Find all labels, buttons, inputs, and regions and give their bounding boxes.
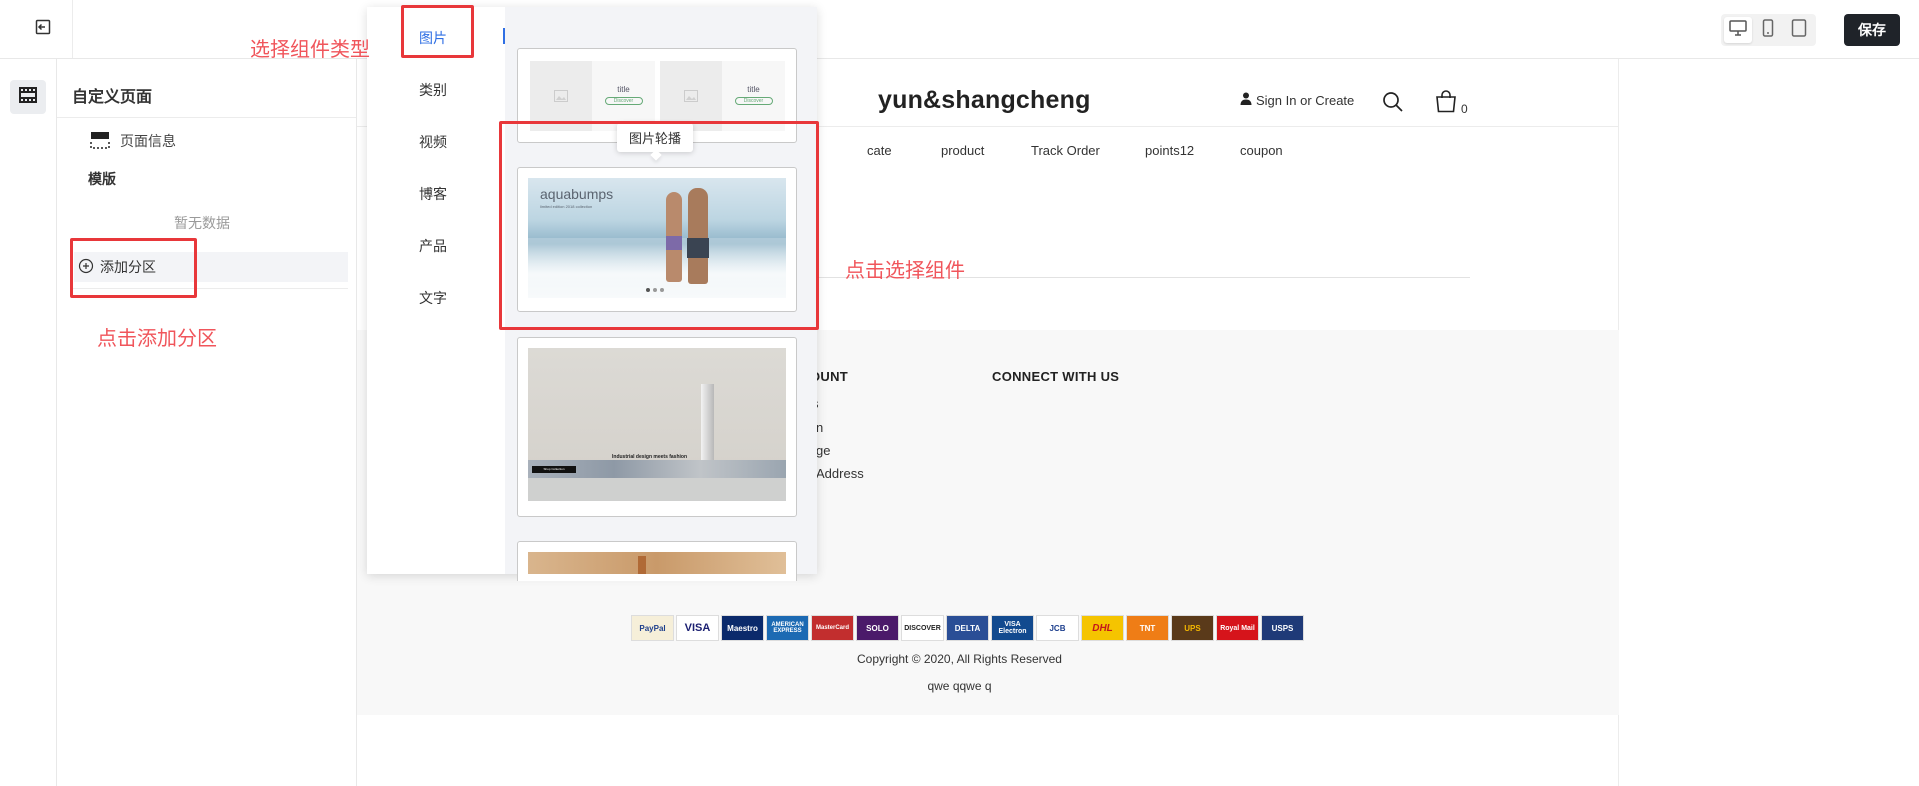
tablet-icon (1791, 18, 1807, 42)
search-icon[interactable] (1382, 91, 1404, 118)
store-title[interactable]: yun&shangcheng (878, 86, 1091, 115)
page-info-item[interactable]: 页面信息 (90, 130, 176, 152)
annotation-click-select: 点击选择组件 (845, 260, 965, 282)
nav-item-coupon[interactable]: coupon (1240, 143, 1283, 158)
component-card-image-partial[interactable] (517, 541, 797, 581)
shopping-bag-icon (1435, 89, 1457, 116)
template-heading: 模版 (88, 171, 116, 187)
cart-count: 0 (1461, 102, 1468, 116)
mobile-icon (1762, 18, 1774, 42)
visa-electron-logo: VISA Electron (991, 615, 1034, 641)
banner-caption: Industrial design meets fashion (612, 454, 688, 460)
usps-logo: USPS (1261, 615, 1304, 641)
category-category[interactable]: 类别 (419, 80, 447, 100)
delta-logo: DELTA (946, 615, 989, 641)
discover-logo: DISCOVER (901, 615, 944, 641)
copyright-text: Copyright © 2020, All Rights Reserved (857, 652, 1062, 666)
sample-button: Discover (734, 97, 773, 105)
banner-preview-image: Industrial design meets fashion Shop Col… (528, 348, 786, 501)
jcb-logo: JCB (1036, 615, 1079, 641)
category-video[interactable]: 视频 (419, 132, 447, 152)
category-product[interactable]: 产品 (419, 236, 447, 256)
maestro-logo: Maestro (721, 615, 764, 641)
footer-link[interactable]: n (816, 420, 823, 435)
solo-logo: SOLO (856, 615, 899, 641)
mobile-view-button[interactable] (1754, 17, 1782, 43)
category-blog[interactable]: 博客 (419, 184, 447, 204)
user-icon (1240, 92, 1252, 108)
nav-item-product[interactable]: product (941, 143, 984, 158)
nav-item-track-order[interactable]: Track Order (1031, 143, 1100, 158)
nav-item-cate[interactable]: cate (867, 143, 892, 158)
annotation-select-type: 选择组件类型 (250, 39, 370, 61)
exit-icon (34, 18, 52, 41)
left-rail (0, 59, 57, 786)
device-switcher (1721, 14, 1816, 46)
sign-in-label: Sign In or Create (1256, 92, 1355, 108)
divider (72, 0, 73, 58)
sign-in-link[interactable]: Sign In or Create (1240, 92, 1354, 108)
footer-connect-heading: CONNECT WITH US (992, 369, 1120, 384)
paypal-logo: PayPal (631, 615, 674, 641)
tnt-logo: TNT (1126, 615, 1169, 641)
page-layout-icon (90, 131, 110, 152)
annotation-click-add: 点击添加分区 (97, 328, 217, 350)
payment-logos: PayPal VISA Maestro AMERICAN EXPRESS Mas… (631, 615, 1304, 641)
exit-button[interactable] (24, 15, 62, 43)
sample-button: Discover (604, 97, 643, 105)
empty-state-text: 暂无数据 (174, 215, 230, 231)
mastercard-logo: MasterCard (811, 615, 854, 641)
sample-title: title (617, 85, 630, 94)
cart-button[interactable]: 0 (1435, 89, 1468, 116)
visa-logo: VISA (676, 615, 719, 641)
banner-badge: Shop Collection (532, 466, 576, 473)
sample-title: title (747, 85, 760, 94)
footer-link[interactable]: ge (816, 443, 830, 458)
desktop-icon (1729, 19, 1747, 41)
page-info-label: 页面信息 (120, 133, 176, 149)
desktop-view-button[interactable] (1724, 17, 1753, 43)
partial-preview-image (528, 552, 786, 574)
nav-item-points[interactable]: points12 (1145, 143, 1194, 158)
dhl-logo: DHL (1081, 615, 1124, 641)
divider (57, 117, 356, 118)
category-text[interactable]: 文字 (419, 288, 447, 308)
footer-note: qwe qqwe q (927, 679, 992, 693)
water-surface (528, 478, 786, 501)
save-button[interactable]: 保存 (1844, 14, 1900, 46)
tablet-view-button[interactable] (1785, 17, 1813, 43)
amex-logo: AMERICAN EXPRESS (766, 615, 809, 641)
annotation-box-add-section (70, 238, 197, 298)
footer-link[interactable]: Address (816, 466, 864, 481)
sections-tab[interactable] (10, 80, 46, 114)
ups-logo: UPS (1171, 615, 1214, 641)
annotation-box-component (499, 121, 819, 330)
panel-title: 自定义页面 (72, 89, 153, 106)
annotation-box-category (401, 5, 474, 58)
component-card-image-banner[interactable]: Industrial design meets fashion Shop Col… (517, 337, 797, 517)
royal-mail-logo: Royal Mail (1216, 615, 1259, 641)
film-strip-icon (18, 86, 38, 109)
object-shape (638, 556, 646, 574)
